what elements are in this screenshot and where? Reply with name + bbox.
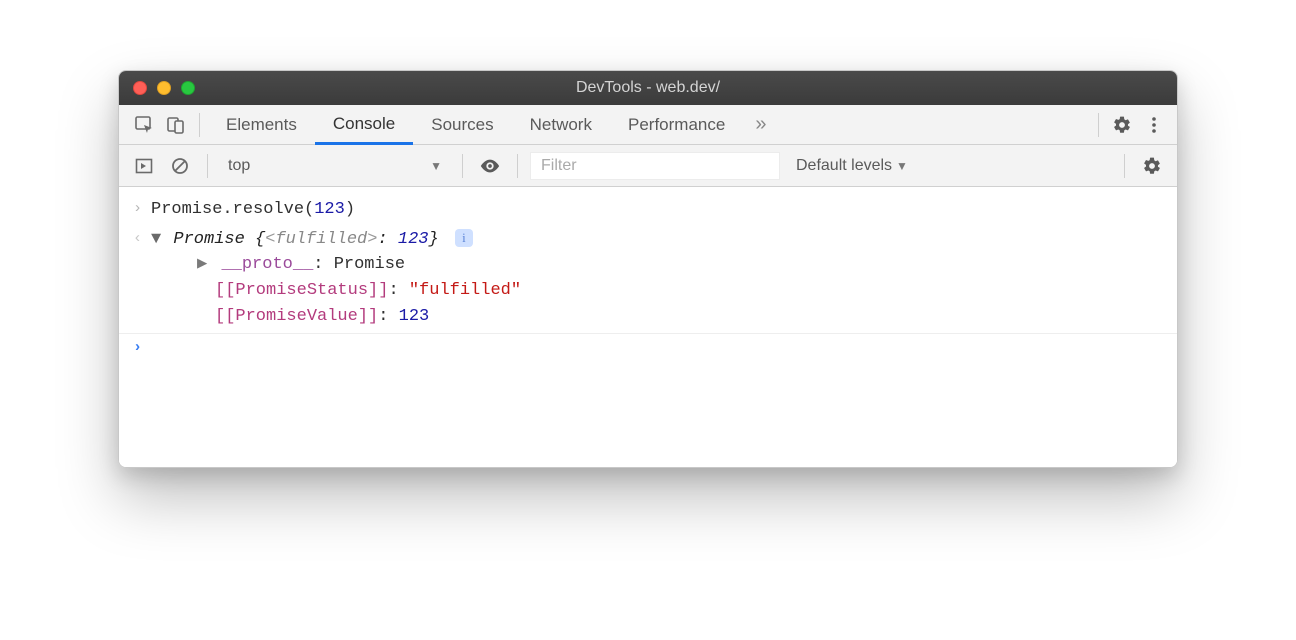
- proto-value: Promise: [334, 255, 405, 274]
- expand-caret-right-icon[interactable]: ▶: [197, 255, 207, 274]
- divider: [199, 113, 200, 137]
- console-settings-gear-icon[interactable]: [1137, 151, 1167, 181]
- clear-console-icon[interactable]: [165, 151, 195, 181]
- tab-performance[interactable]: Performance: [610, 105, 743, 145]
- expand-caret-down-icon[interactable]: ▼: [151, 230, 161, 249]
- device-toolbar-icon[interactable]: [161, 110, 191, 140]
- tab-sources[interactable]: Sources: [413, 105, 511, 145]
- toggle-sidebar-icon[interactable]: [129, 151, 159, 181]
- divider: [207, 154, 208, 178]
- window-controls: [133, 81, 195, 95]
- tree-row-value[interactable]: [[PromiseValue]]: 123: [197, 304, 1163, 330]
- console-result-content: ▼ Promise {<fulfilled>: 123} i ▶ __proto…: [151, 228, 1163, 330]
- filter-input[interactable]: [530, 152, 780, 180]
- internal-slot-value: "fulfilled": [409, 281, 521, 300]
- zoom-window-button[interactable]: [181, 81, 195, 95]
- divider: [1124, 154, 1125, 178]
- dropdown-triangle-icon: ▼: [896, 159, 908, 173]
- output-chevron-icon: ‹: [133, 228, 151, 250]
- internal-slot-value: 123: [399, 307, 430, 326]
- object-class-name: Promise: [173, 230, 244, 249]
- panel-tabs-bar: Elements Console Sources Network Perform…: [119, 105, 1177, 145]
- object-summary[interactable]: ▼ Promise {<fulfilled>: 123} i: [151, 228, 1163, 252]
- tab-elements[interactable]: Elements: [208, 105, 315, 145]
- code-token: (: [304, 200, 314, 219]
- console-body: › Promise.resolve(123) ‹ ▼ Promise {<ful…: [119, 187, 1177, 467]
- console-toolbar: top ▼ Default levels ▼: [119, 145, 1177, 187]
- panel-tabs: Elements Console Sources Network Perform…: [208, 105, 743, 145]
- window-title: DevTools - web.dev/: [119, 79, 1177, 97]
- code-token: 123: [314, 200, 345, 219]
- tab-console[interactable]: Console: [315, 105, 413, 145]
- tree-row-proto[interactable]: ▶ __proto__: Promise: [197, 252, 1163, 278]
- execution-context-select[interactable]: top ▼: [220, 152, 450, 180]
- promise-state-label: <fulfilled>: [265, 230, 377, 249]
- tab-network[interactable]: Network: [512, 105, 610, 145]
- promise-head-value: 123: [398, 230, 429, 249]
- console-prompt-row[interactable]: ›: [119, 334, 1177, 362]
- log-levels-select[interactable]: Default levels ▼: [786, 157, 918, 175]
- more-tabs-icon[interactable]: »: [745, 113, 776, 136]
- live-expression-eye-icon[interactable]: [475, 151, 505, 181]
- internal-slot-key: [[PromiseStatus]]: [215, 281, 388, 300]
- inspect-element-icon[interactable]: [129, 110, 159, 140]
- minimize-window-button[interactable]: [157, 81, 171, 95]
- settings-gear-icon[interactable]: [1107, 110, 1137, 140]
- tree-row-status[interactable]: [[PromiseStatus]]: "fulfilled": [197, 278, 1163, 304]
- devtools-window: DevTools - web.dev/ Elements Console Sou…: [118, 70, 1178, 468]
- titlebar[interactable]: DevTools - web.dev/: [119, 71, 1177, 105]
- prompt-chevron-icon: ›: [133, 337, 151, 359]
- divider: [462, 154, 463, 178]
- console-result-row[interactable]: ‹ ▼ Promise {<fulfilled>: 123} i ▶ __pro…: [119, 225, 1177, 334]
- object-tree: ▶ __proto__: Promise [[PromiseStatus]]: …: [151, 252, 1163, 330]
- execution-context-label: top: [228, 157, 250, 175]
- log-levels-label: Default levels: [796, 157, 892, 175]
- info-badge-icon[interactable]: i: [455, 229, 473, 247]
- divider: [1098, 113, 1099, 137]
- divider: [517, 154, 518, 178]
- console-input-echo-row[interactable]: › Promise.resolve(123): [119, 195, 1177, 225]
- dropdown-triangle-icon: ▼: [430, 159, 442, 173]
- internal-slot-key: [[PromiseValue]]: [215, 307, 378, 326]
- code-token: ): [345, 200, 355, 219]
- close-window-button[interactable]: [133, 81, 147, 95]
- proto-key: __proto__: [221, 255, 313, 274]
- console-input-code: Promise.resolve(123): [151, 198, 1163, 222]
- code-token: Promise.resolve: [151, 200, 304, 219]
- input-chevron-icon: ›: [133, 198, 151, 220]
- kebab-menu-icon[interactable]: [1139, 110, 1169, 140]
